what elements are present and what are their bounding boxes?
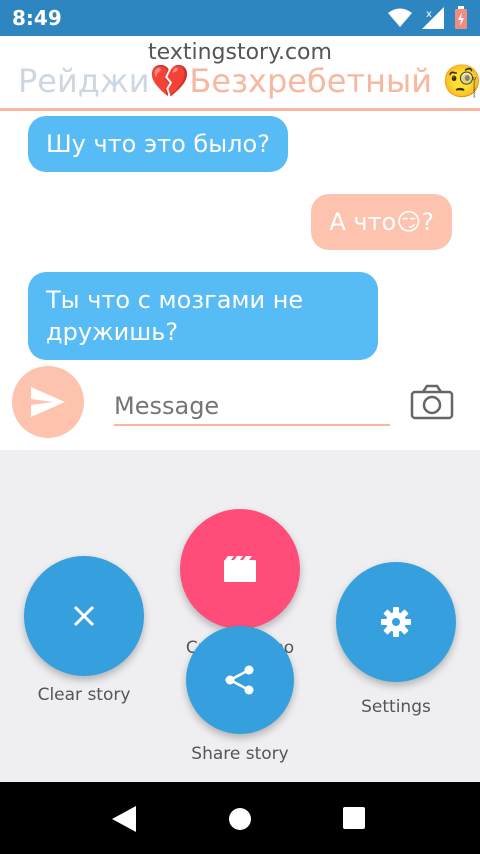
back-button[interactable] (112, 806, 136, 836)
create-video-button[interactable] (180, 509, 300, 629)
home-button[interactable] (228, 807, 252, 835)
battery-icon (454, 6, 468, 34)
chat-header: textingstory.com Рейджи💔Безхребетный 🧐 (0, 36, 480, 108)
movie-icon (224, 556, 256, 582)
settings-button[interactable] (336, 562, 456, 682)
heart-emoji: 💔 (149, 62, 190, 100)
chat-thread: Шу что это было? А что😏? Ты что с мозгам… (0, 112, 480, 360)
send-icon (31, 387, 65, 417)
message-composer (0, 360, 480, 450)
back-icon (112, 806, 136, 832)
navigation-bar (0, 782, 480, 854)
close-icon (73, 605, 95, 627)
home-icon (229, 808, 251, 830)
share-story-label: Share story (191, 744, 289, 764)
message-outgoing[interactable]: А что😏? (311, 194, 452, 250)
svg-text:x: x (426, 9, 432, 20)
status-bar: 8:49 x (0, 0, 480, 36)
signal-icon: x (422, 7, 444, 33)
camera-button[interactable] (410, 384, 454, 420)
send-button[interactable] (12, 366, 84, 438)
message-incoming[interactable]: Ты что с мозгами не дружишь? (28, 272, 378, 360)
share-icon (225, 665, 254, 695)
status-icons: x (388, 6, 468, 34)
clear-story-label: Clear story (37, 685, 131, 705)
recents-icon (343, 807, 365, 829)
contact-name-2: Безхребетный (189, 62, 433, 100)
contact-name-1: Рейджи (18, 62, 150, 100)
wifi-icon (388, 8, 412, 32)
camera-icon (410, 384, 454, 420)
clear-story-button[interactable] (24, 556, 144, 676)
recents-button[interactable] (343, 807, 365, 833)
share-story-button[interactable] (186, 626, 294, 734)
header-divider (0, 108, 480, 111)
settings-label: Settings (361, 697, 431, 717)
actions-panel: Create video Clear story Share story Set… (0, 450, 480, 782)
chat-title[interactable]: Рейджи💔Безхребетный 🧐 (18, 62, 480, 100)
message-incoming[interactable]: Шу что это было? (28, 116, 288, 172)
status-time: 8:49 (12, 6, 62, 30)
message-input[interactable] (114, 388, 390, 426)
monocle-emoji: 🧐 (442, 62, 480, 100)
gear-icon (381, 607, 411, 637)
